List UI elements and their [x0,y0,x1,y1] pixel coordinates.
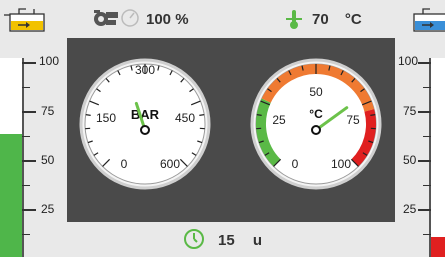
clock-icon [184,229,204,249]
left-scale-100: 100 [39,54,60,68]
left-scale-50: 50 [41,153,55,167]
status-bar [0,0,445,38]
left-tank-fill [0,133,24,257]
left-minor-4 [22,234,30,235]
right-scale-100: 100 [398,54,419,68]
temperature-minor-tick [256,114,262,116]
timer-unit: u [252,232,263,249]
left-minor-1 [22,87,30,88]
temperature-hub [311,125,321,135]
temperature-tick-0: 0 [292,157,299,171]
left-scale-75: 75 [41,104,55,118]
temperature-unit: °C [344,11,362,28]
pressure-tick-600: 600 [160,157,180,171]
temperature-readout: 70 °C [312,11,362,28]
pressure-minor-tick [85,114,91,116]
pressure-tick-150: 150 [96,111,116,125]
thermometer-icon [286,10,302,29]
tank-yellow-icon[interactable] [4,6,48,34]
timer-value: 15 [218,232,235,249]
pressure-tick-0: 0 [121,157,128,171]
left-scale-25: 25 [41,202,55,216]
tank-blue-icon[interactable] [408,6,445,34]
temperature-value: 70 [312,11,329,28]
right-minor-4 [423,234,431,235]
pressure-tick-450: 450 [175,111,195,125]
right-minor-2 [423,136,431,137]
right-tick-100 [418,62,431,64]
pressure-unit: BAR [131,107,160,122]
right-tick-50 [418,160,431,162]
pressure-hub [140,125,150,135]
timer-readout: 15 u [218,232,262,249]
right-scale-50: 50 [403,153,417,167]
temperature-minor-tick [370,114,376,116]
right-tank-fill [429,237,445,257]
temperature-gauge: 0 25 50 75 100 °C [250,58,382,190]
left-tick-50 [22,160,36,162]
right-minor-1 [423,87,431,88]
pressure-minor-tick [199,114,205,116]
right-minor-3 [423,185,431,186]
left-tank-meter [0,58,38,257]
right-scale-75: 75 [403,104,417,118]
pump-icon [94,10,118,26]
temperature-tick-50: 50 [309,85,323,99]
dial-icon [121,9,139,27]
pump-speed-readout: 100 % [146,11,189,28]
temperature-tick-75: 75 [346,113,360,127]
right-scale-25: 25 [403,202,417,216]
pressure-tick-300: 300 [135,63,155,77]
left-minor-2 [22,136,30,137]
left-tick-25 [22,209,36,211]
right-tank-empty [429,58,445,257]
left-tick-100 [22,62,36,64]
left-tick-75 [22,111,36,113]
temperature-tick-100: 100 [331,157,351,171]
temperature-tick-25: 25 [272,113,286,127]
temperature-gauge-unit: °C [309,107,323,121]
right-tank-meter [418,58,445,257]
pressure-gauge: 0 150 300 450 600 BAR [79,58,211,190]
right-tick-25 [418,209,431,211]
left-minor-3 [22,185,30,186]
right-tick-75 [418,111,431,113]
